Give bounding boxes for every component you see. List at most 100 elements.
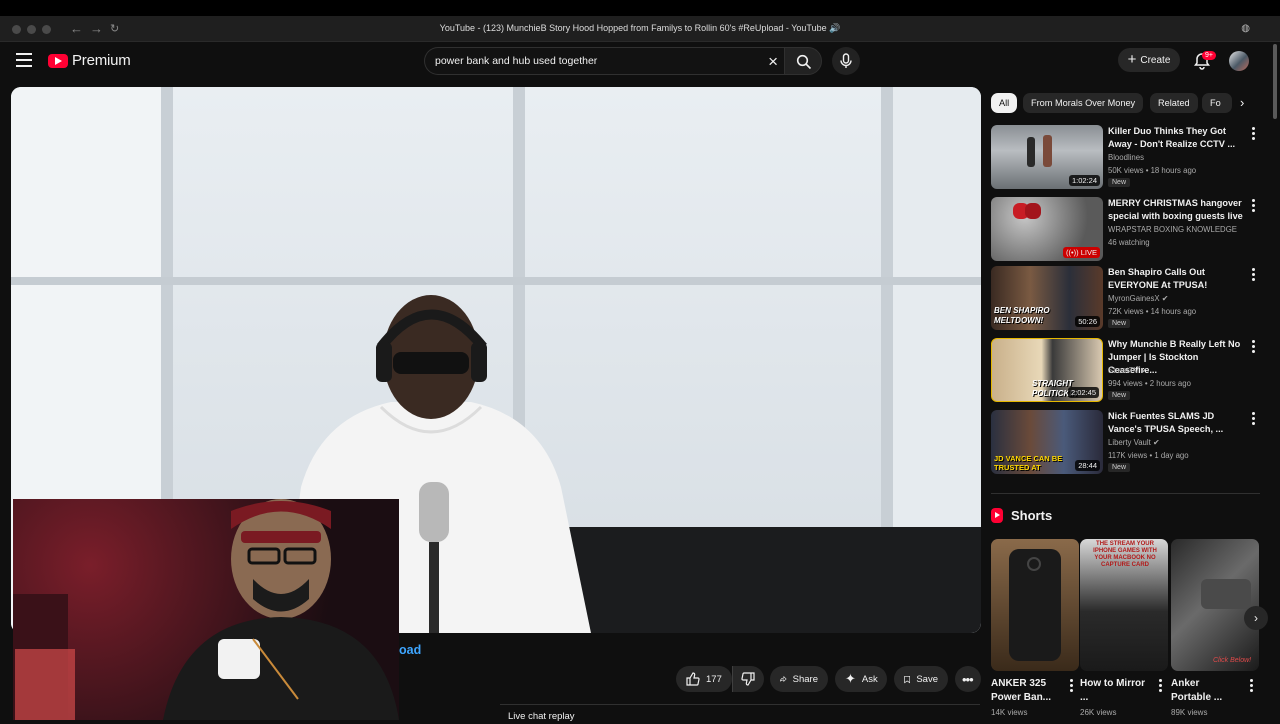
- save-label: Save: [916, 673, 938, 685]
- chevron-right-icon: ›: [1254, 611, 1258, 625]
- live-badge: ((•)) LIVE: [1063, 247, 1100, 258]
- short-thumbnail: THE STREAM YOUR IPHONE GAMES WITH YOUR M…: [1080, 539, 1168, 671]
- recommendation-item[interactable]: ((•)) LIVE MERRY CHRISTMAS hangover spec…: [991, 197, 1261, 263]
- new-badge: New: [1108, 463, 1131, 472]
- video-title: Nick Fuentes SLAMS JD Vance's TPUSA Spee…: [1108, 411, 1224, 434]
- short-views: 14K views: [991, 708, 1028, 717]
- video-meta: 46 watching: [1108, 238, 1150, 247]
- thumbs-up-icon: [686, 672, 700, 686]
- browser-title-bar: ← → ↻ YouTube - (123) MunchieB Story Hoo…: [0, 16, 1280, 42]
- save-button[interactable]: Save: [894, 666, 948, 692]
- more-vertical-icon[interactable]: [1251, 199, 1257, 213]
- more-vertical-icon[interactable]: [1069, 679, 1075, 693]
- section-divider: [991, 493, 1260, 494]
- short-item[interactable]: Click Below! Anker Portable ... 89K view…: [1171, 539, 1259, 717]
- live-chat-replay-toggle[interactable]: Live chat replay: [500, 704, 980, 724]
- chip-all[interactable]: All: [991, 93, 1018, 113]
- thumbnail-overlay-text: BEN SHAPIRO MELTDOWN!: [994, 306, 1050, 325]
- youtube-header: Premium × + Create 9+: [0, 42, 1280, 82]
- create-button[interactable]: + Create: [1118, 48, 1180, 72]
- video-thumbnail: BEN SHAPIRO MELTDOWN! 50:26: [991, 266, 1103, 330]
- channel-name: Bloodlines: [1108, 153, 1144, 162]
- video-thumbnail: STRAIGHT POLITICKIN 2:02:45: [991, 338, 1103, 402]
- channel-name: Liberty Vault ✔: [1108, 438, 1160, 447]
- search-icon: [796, 54, 812, 70]
- thumbs-down-icon: [741, 672, 755, 686]
- thumbnail-overlay-text: Click Below!: [1213, 657, 1252, 664]
- chip-related[interactable]: Related: [1150, 93, 1198, 113]
- video-thumbnail: 1:02:24: [991, 125, 1103, 189]
- verified-icon: ✔: [1152, 438, 1160, 447]
- live-chat-label: Live chat replay: [508, 711, 575, 722]
- shorts-heading-label: Shorts: [1011, 508, 1053, 523]
- search-input[interactable]: [435, 55, 745, 67]
- recommendation-item[interactable]: 1:02:24 Killer Duo Thinks They Got Away …: [991, 125, 1261, 191]
- channel-name: WRAPSTAR BOXING KNOWLEDGE: [1108, 225, 1237, 234]
- video-thumbnail: ((•)) LIVE: [991, 197, 1103, 261]
- recommendation-item[interactable]: BEN SHAPIRO MELTDOWN! 50:26 Ben Shapiro …: [991, 266, 1261, 332]
- short-views: 89K views: [1171, 708, 1208, 717]
- sparkle-icon: ✦: [845, 671, 856, 686]
- more-vertical-icon[interactable]: [1158, 679, 1164, 693]
- new-badge: New: [1108, 391, 1131, 400]
- dislike-button[interactable]: [732, 666, 764, 692]
- video-duration: 28:44: [1075, 460, 1100, 471]
- recommendation-item[interactable]: STRAIGHT POLITICKIN 2:02:45 Why Munchie …: [991, 338, 1261, 404]
- short-title: How to Mirror ...: [1080, 678, 1145, 703]
- account-avatar[interactable]: [1229, 51, 1249, 71]
- menu-icon[interactable]: [16, 53, 32, 67]
- youtube-play-logo-icon: [48, 53, 68, 68]
- window-title: YouTube - (123) MunchieB Story Hood Hopp…: [439, 23, 841, 33]
- notifications-badge: 9+: [1202, 51, 1216, 60]
- live-broadcast-icon: ((•)): [1066, 248, 1081, 257]
- video-meta: 117K views • 1 day ago: [1108, 451, 1189, 460]
- ask-label: Ask: [861, 673, 878, 685]
- video-meta: 72K views • 14 hours ago: [1108, 307, 1197, 316]
- short-thumbnail: Click Below!: [1171, 539, 1259, 671]
- video-title: Ben Shapiro Calls Out EVERYONE At TPUSA!: [1108, 267, 1208, 290]
- new-badge: New: [1108, 178, 1131, 187]
- more-vertical-icon[interactable]: [1251, 127, 1257, 141]
- share-label: Share: [792, 673, 818, 685]
- thumbnail-overlay-text: JD VANCE CAN BE TRUSTED AT: [994, 454, 1063, 472]
- short-item[interactable]: ANKER 325 Power Ban... 14K views: [991, 539, 1079, 717]
- video-title: MERRY CHRISTMAS hangover special with bo…: [1108, 198, 1243, 221]
- clear-search-icon[interactable]: ×: [768, 52, 778, 72]
- verified-icon: ✔: [1140, 366, 1148, 375]
- plus-icon: +: [1127, 51, 1137, 68]
- recommendation-item[interactable]: JD VANCE CAN BE TRUSTED AT 28:44 Nick Fu…: [991, 410, 1261, 476]
- short-title: ANKER 325 Power Ban...: [991, 678, 1052, 703]
- shorts-logo-icon: [991, 508, 1003, 523]
- more-vertical-icon[interactable]: [1251, 340, 1257, 354]
- wall-rail: [11, 277, 981, 285]
- page-scrollbar[interactable]: [1272, 44, 1278, 584]
- like-button[interactable]: 177: [676, 666, 732, 692]
- short-item[interactable]: THE STREAM YOUR IPHONE GAMES WITH YOUR M…: [1080, 539, 1168, 717]
- short-title: Anker Portable ...: [1171, 678, 1223, 703]
- shorts-next-button[interactable]: ›: [1244, 606, 1268, 630]
- more-vertical-icon[interactable]: [1251, 268, 1257, 282]
- video-title-fragment[interactable]: oad: [399, 643, 421, 657]
- more-vertical-icon[interactable]: [1249, 679, 1255, 693]
- ask-button[interactable]: ✦ Ask: [835, 666, 887, 692]
- share-arrow-icon: [780, 675, 787, 683]
- voice-search-button[interactable]: [832, 47, 860, 75]
- share-button[interactable]: Share: [770, 666, 828, 692]
- macos-menu-bar: [0, 0, 1280, 16]
- youtube-premium-logo[interactable]: Premium: [48, 52, 131, 69]
- microphone-icon: [840, 53, 852, 68]
- thumbnail-overlay-text: THE STREAM YOUR IPHONE GAMES WITH YOUR M…: [1093, 541, 1157, 568]
- chip-from-morals-over-money[interactable]: From Morals Over Money: [1023, 93, 1144, 113]
- search-box: ×: [424, 47, 788, 75]
- more-horizontal-icon: •••: [962, 671, 974, 687]
- chip-more[interactable]: Fo: [1202, 93, 1232, 113]
- video-duration: 1:02:24: [1068, 175, 1100, 186]
- more-actions-button[interactable]: •••: [955, 666, 981, 692]
- more-vertical-icon[interactable]: [1251, 412, 1257, 426]
- reactor-figure: [13, 499, 399, 720]
- search-button[interactable]: [784, 47, 822, 75]
- chevron-right-icon[interactable]: ›: [1240, 95, 1244, 110]
- video-duration: 50:26: [1075, 316, 1100, 327]
- privacy-icon[interactable]: ◍: [1241, 23, 1250, 34]
- video-thumbnail: JD VANCE CAN BE TRUSTED AT 28:44: [991, 410, 1103, 474]
